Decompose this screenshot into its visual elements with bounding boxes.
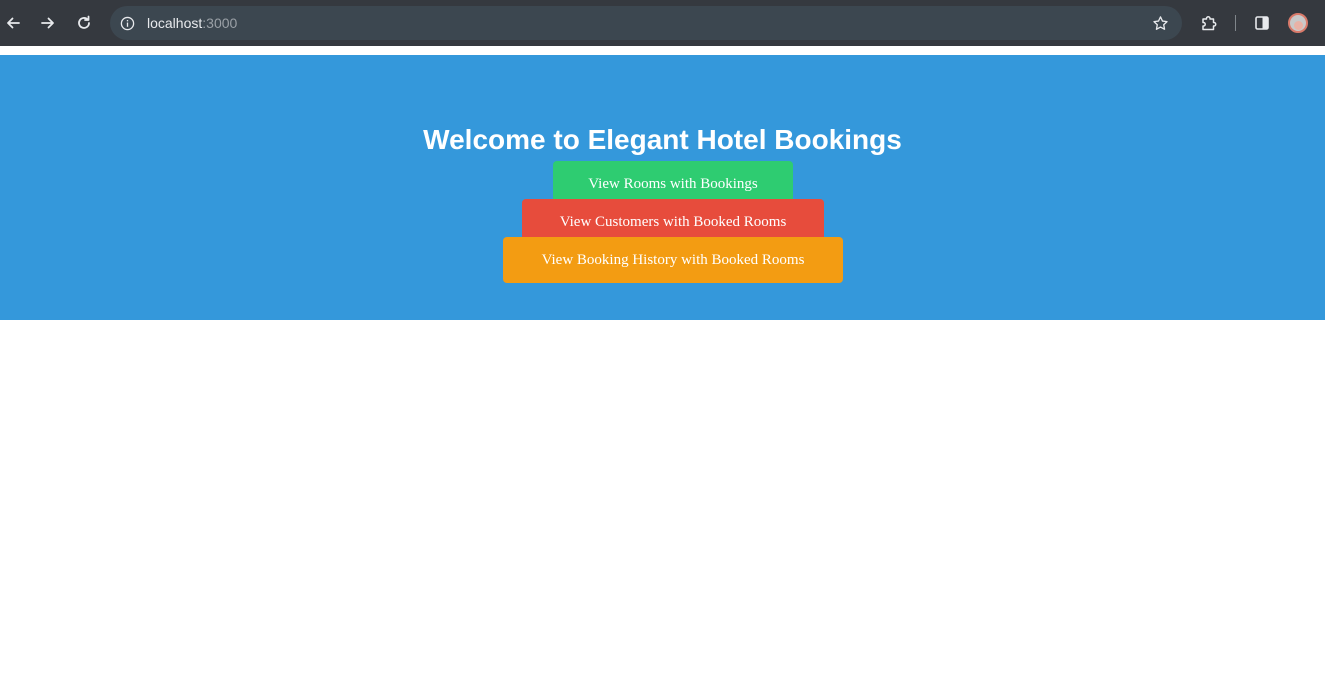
view-booking-history-button[interactable]: View Booking History with Booked Rooms <box>503 237 843 283</box>
profile-avatar[interactable] <box>1288 13 1308 33</box>
toolbar-separator <box>1235 15 1236 31</box>
puzzle-icon <box>1202 16 1217 31</box>
back-button[interactable] <box>1 11 25 35</box>
site-info-button[interactable] <box>117 13 137 33</box>
side-panel-button[interactable] <box>1250 11 1274 35</box>
url-host: localhost <box>147 15 203 31</box>
reload-icon <box>78 15 90 29</box>
arrow-right-icon <box>41 17 54 29</box>
arrow-left-icon <box>7 17 20 29</box>
page-header: Welcome to Elegant Hotel Bookings View R… <box>0 55 1325 320</box>
info-icon <box>120 16 134 30</box>
page-title: Welcome to Elegant Hotel Bookings <box>423 124 902 155</box>
toolbar-strip <box>0 46 1325 55</box>
bookmark-button[interactable] <box>1150 13 1170 33</box>
extensions-button[interactable] <box>1197 11 1221 35</box>
url-port: :3000 <box>202 15 238 31</box>
url-text[interactable]: localhost:3000 <box>147 6 237 40</box>
page-content <box>0 320 1325 681</box>
browser-toolbar: localhost:3000 <box>0 0 1325 46</box>
side-panel-icon <box>1255 16 1269 30</box>
address-bar[interactable]: localhost:3000 <box>110 6 1182 40</box>
forward-button[interactable] <box>36 11 60 35</box>
reload-button[interactable] <box>72 11 96 35</box>
star-icon <box>1152 15 1168 30</box>
